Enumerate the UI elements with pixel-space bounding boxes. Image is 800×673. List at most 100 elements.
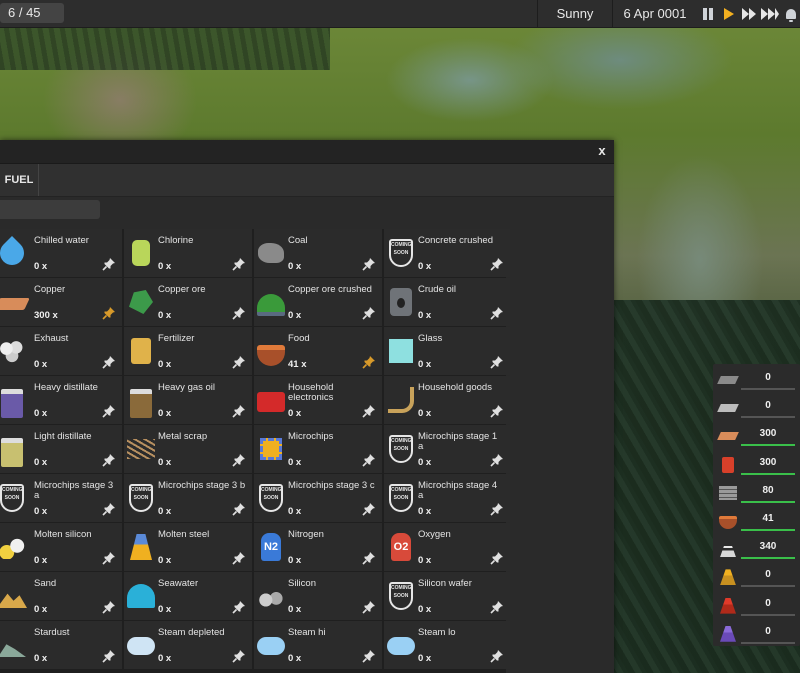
- pin-icon[interactable]: [362, 306, 376, 320]
- product-quantity: 0 x: [418, 653, 432, 664]
- product-item[interactable]: Chlorine 0 x: [124, 229, 252, 277]
- product-item[interactable]: COMING SOON Microchips stage 3 a 0 x: [0, 474, 122, 522]
- product-item[interactable]: Copper ore 0 x: [124, 278, 252, 326]
- resource-capacity-bar: [741, 557, 795, 560]
- product-item[interactable]: COMING SOON Microchips stage 4 a 0 x: [384, 474, 510, 522]
- product-quantity: 0 x: [34, 457, 48, 468]
- notifications-button[interactable]: [782, 4, 800, 23]
- product-item[interactable]: Fertilizer 0 x: [124, 327, 252, 375]
- product-item[interactable]: Heavy distillate 0 x: [0, 376, 122, 424]
- pin-icon[interactable]: [102, 257, 116, 271]
- product-item[interactable]: Light distillate 0 x: [0, 425, 122, 473]
- product-item[interactable]: COMING SOON Silicon wafer 0 x: [384, 572, 510, 620]
- fast-forward-button[interactable]: [740, 4, 758, 23]
- population-counter[interactable]: 6 / 45: [0, 3, 64, 23]
- resource-item[interactable]: 41: [713, 509, 800, 535]
- pin-icon[interactable]: [232, 502, 246, 516]
- pin-icon[interactable]: [490, 502, 504, 516]
- product-item[interactable]: Copper ore crushed 0 x: [254, 278, 382, 326]
- pin-icon[interactable]: [490, 453, 504, 467]
- metal-stack-icon: [718, 485, 738, 501]
- resource-item[interactable]: 80: [713, 481, 800, 507]
- product-quantity: 0 x: [288, 310, 302, 321]
- pause-button[interactable]: [699, 4, 717, 23]
- product-item[interactable]: Crude oil 0 x: [384, 278, 510, 326]
- pin-icon[interactable]: [362, 404, 376, 418]
- resource-item[interactable]: 0: [713, 594, 800, 620]
- product-item[interactable]: N2 Nitrogen 0 x: [254, 523, 382, 571]
- product-item[interactable]: COMING SOON Microchips stage 3 c 0 x: [254, 474, 382, 522]
- search-input[interactable]: [0, 200, 100, 219]
- pin-icon[interactable]: [490, 257, 504, 271]
- pin-icon[interactable]: [362, 502, 376, 516]
- pin-icon[interactable]: [232, 257, 246, 271]
- pin-icon[interactable]: [102, 649, 116, 663]
- resource-item[interactable]: 0: [713, 622, 800, 648]
- product-item[interactable]: Metal scrap 0 x: [124, 425, 252, 473]
- pin-icon[interactable]: [232, 306, 246, 320]
- product-item[interactable]: Steam depleted 0 x: [124, 621, 252, 669]
- resource-item[interactable]: 0: [713, 565, 800, 591]
- pin-icon[interactable]: [490, 600, 504, 614]
- product-item[interactable]: Household goods 0 x: [384, 376, 510, 424]
- product-item[interactable]: Copper 300 x: [0, 278, 122, 326]
- pin-icon[interactable]: [232, 600, 246, 614]
- play-button[interactable]: [720, 4, 738, 23]
- pin-icon[interactable]: [490, 306, 504, 320]
- product-item[interactable]: COMING SOON Concrete crushed 0 x: [384, 229, 510, 277]
- product-item[interactable]: O2 Oxygen 0 x: [384, 523, 510, 571]
- product-item[interactable]: Seawater 0 x: [124, 572, 252, 620]
- product-item[interactable]: Microchips 0 x: [254, 425, 382, 473]
- product-item[interactable]: Exhaust 0 x: [0, 327, 122, 375]
- pin-icon[interactable]: [102, 355, 116, 369]
- pin-icon[interactable]: [490, 649, 504, 663]
- weather-label: Sunny: [537, 0, 613, 27]
- resource-item[interactable]: 0: [713, 396, 800, 422]
- product-item[interactable]: Molten silicon 0 x: [0, 523, 122, 571]
- product-item[interactable]: Steam lo 0 x: [384, 621, 510, 669]
- pin-icon[interactable]: [490, 404, 504, 418]
- product-item[interactable]: Molten steel 0 x: [124, 523, 252, 571]
- pin-icon[interactable]: [362, 257, 376, 271]
- pin-icon[interactable]: [490, 551, 504, 565]
- resource-item[interactable]: 300: [713, 453, 800, 479]
- resource-item[interactable]: 340: [713, 537, 800, 563]
- product-item[interactable]: Household electronics 0 x: [254, 376, 382, 424]
- pin-icon[interactable]: [232, 551, 246, 565]
- pin-icon[interactable]: [362, 453, 376, 467]
- product-item[interactable]: Silicon 0 x: [254, 572, 382, 620]
- pin-icon[interactable]: [362, 649, 376, 663]
- wave-icon: [125, 580, 157, 612]
- resource-capacity-bar: [741, 529, 795, 531]
- pin-icon[interactable]: [362, 551, 376, 565]
- resource-item[interactable]: 300: [713, 424, 800, 450]
- pin-icon[interactable]: [102, 404, 116, 418]
- pin-icon[interactable]: [232, 649, 246, 663]
- pin-icon[interactable]: [490, 355, 504, 369]
- product-item[interactable]: Glass 0 x: [384, 327, 510, 375]
- pin-icon[interactable]: [102, 502, 116, 516]
- pin-icon[interactable]: [102, 551, 116, 565]
- pin-icon[interactable]: [232, 453, 246, 467]
- product-item[interactable]: Steam hi 0 x: [254, 621, 382, 669]
- pin-icon[interactable]: [102, 453, 116, 467]
- pin-icon[interactable]: [232, 355, 246, 369]
- product-item[interactable]: Food 41 x: [254, 327, 382, 375]
- product-item[interactable]: COMING SOON Microchips stage 1 a 0 x: [384, 425, 510, 473]
- tab-fuel[interactable]: FUEL: [0, 164, 39, 196]
- product-item[interactable]: Sand 0 x: [0, 572, 122, 620]
- resource-value: 300: [759, 456, 777, 468]
- product-item[interactable]: Stardust 0 x: [0, 621, 122, 669]
- product-item[interactable]: COMING SOON Microchips stage 3 b 0 x: [124, 474, 252, 522]
- product-item[interactable]: Chilled water 0 x: [0, 229, 122, 277]
- close-button[interactable]: x: [594, 143, 610, 159]
- resource-item[interactable]: 0: [713, 368, 800, 394]
- pin-icon[interactable]: [232, 404, 246, 418]
- pin-icon[interactable]: [102, 600, 116, 614]
- pin-icon[interactable]: [362, 355, 376, 369]
- pin-icon[interactable]: [362, 600, 376, 614]
- product-item[interactable]: Heavy gas oil 0 x: [124, 376, 252, 424]
- fastest-forward-button[interactable]: [761, 4, 779, 23]
- pin-icon[interactable]: [102, 306, 116, 320]
- product-item[interactable]: Coal 0 x: [254, 229, 382, 277]
